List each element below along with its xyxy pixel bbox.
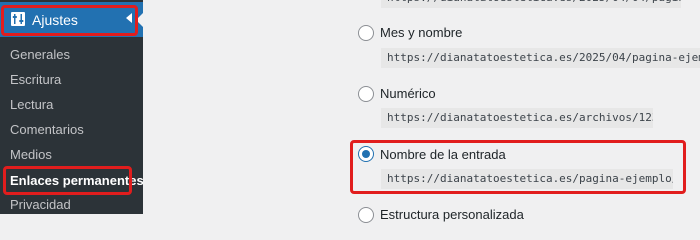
sidebar-item-comentarios[interactable]: Comentarios — [10, 122, 84, 138]
option-label-estructura-personalizada: Estructura personalizada — [380, 207, 524, 222]
radio-estructura-personalizada[interactable] — [358, 207, 374, 223]
radio-mes-y-nombre[interactable] — [358, 25, 374, 41]
example-url-numerico: https://dianatatoestetica.es/archivos/12… — [381, 108, 653, 128]
admin-sidebar: Ajustes Generales Escritura Lectura Come… — [0, 0, 144, 214]
example-url-day-and-name: https://dianatatoestetica.es/2025/04/04/… — [381, 0, 681, 8]
highlight-box-ajustes — [1, 5, 138, 36]
option-label-numerico: Numérico — [380, 86, 436, 101]
highlight-box-selected-option — [350, 140, 686, 194]
sidebar-item-lectura[interactable]: Lectura — [10, 97, 53, 113]
sidebar-item-generales[interactable]: Generales — [10, 47, 70, 63]
menu-ajustes[interactable]: Ajustes — [0, 2, 143, 37]
highlight-box-enlaces-permanentes — [3, 166, 132, 195]
sidebar-item-privacidad[interactable]: Privacidad — [10, 197, 71, 213]
option-label-mes-y-nombre: Mes y nombre — [380, 25, 463, 40]
permalink-settings-panel: https://dianatatoestetica.es/2025/04/04/… — [143, 0, 700, 223]
sidebar-item-medios[interactable]: Medios — [10, 147, 52, 163]
sidebar-item-escritura[interactable]: Escritura — [10, 72, 61, 88]
radio-numerico[interactable] — [358, 86, 374, 102]
example-url-mes-y-nombre: https://dianatatoestetica.es/2025/04/pag… — [381, 48, 700, 68]
